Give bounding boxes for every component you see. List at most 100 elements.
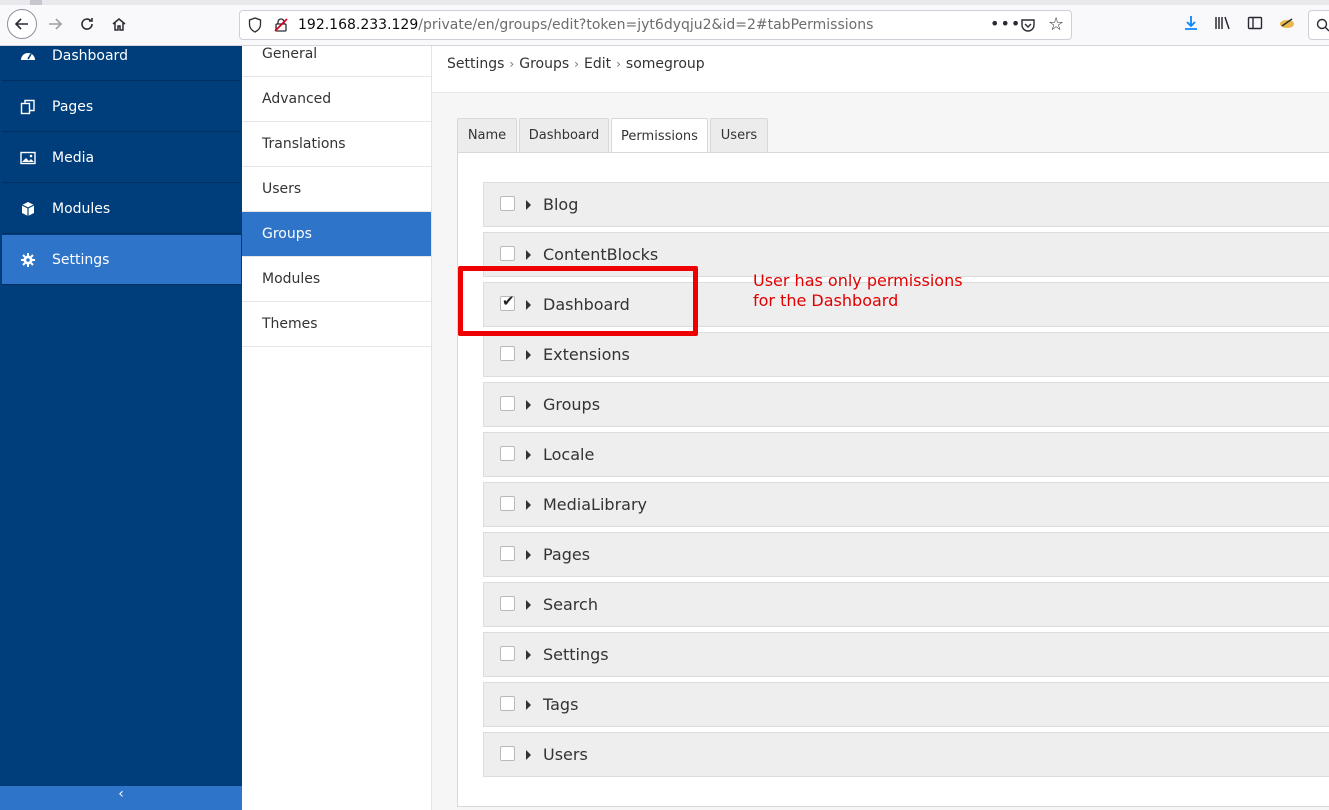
tab-permissions[interactable]: Permissions (611, 118, 708, 153)
sidebar-item-media[interactable]: Media (2, 133, 241, 183)
permission-module-name[interactable]: Users (543, 745, 588, 764)
breadcrumb: Settings › Groups › Edit › somegroup (432, 46, 1329, 93)
permission-checkbox[interactable] (500, 746, 515, 761)
url-text[interactable]: 192.168.233.129/private/en/groups/edit?t… (298, 17, 873, 33)
permission-checkbox[interactable] (500, 496, 515, 511)
subnav-item-advanced[interactable]: Advanced (242, 77, 431, 122)
search-icon (1316, 18, 1329, 32)
shield-icon[interactable] (248, 17, 262, 33)
expand-caret-icon[interactable] (526, 400, 531, 410)
permission-row[interactable]: Blog (483, 182, 1329, 227)
permission-checkbox[interactable] (500, 696, 515, 711)
sidebar-item-label: Modules (52, 200, 111, 217)
tab-indicator (30, 0, 42, 5)
permission-checkbox[interactable] (500, 646, 515, 661)
tab-users[interactable]: Users (710, 118, 768, 152)
home-icon (112, 18, 126, 31)
sidebar-item-settings[interactable]: Settings (2, 235, 241, 285)
expand-caret-icon[interactable] (526, 750, 531, 760)
permission-checkbox[interactable] (500, 396, 515, 411)
sidebar-item-modules[interactable]: Modules (2, 184, 241, 234)
sidebar-item-dashboard[interactable]: Dashboard (2, 31, 241, 81)
permission-module-name[interactable]: Pages (543, 545, 590, 564)
dashboard-icon (21, 52, 35, 60)
breadcrumb-separator: › (574, 57, 579, 71)
url-host: 192.168.233.129 (298, 17, 419, 33)
expand-caret-icon[interactable] (526, 200, 531, 210)
annotation-line-1: User has only permissions (753, 271, 963, 290)
permission-row[interactable]: Pages (483, 532, 1329, 577)
expand-caret-icon[interactable] (526, 250, 531, 260)
subnav-item-general[interactable]: General (242, 32, 431, 77)
sidebar-item-label: Dashboard (52, 47, 128, 64)
page-actions-menu[interactable]: ••• (990, 14, 1021, 33)
permission-row[interactable]: Search (483, 582, 1329, 627)
expand-caret-icon[interactable] (526, 700, 531, 710)
expand-caret-icon[interactable] (526, 450, 531, 460)
expand-caret-icon[interactable] (526, 350, 531, 360)
breadcrumb-item-settings[interactable]: Settings (447, 56, 504, 72)
subnav-item-groups[interactable]: Groups (242, 212, 431, 257)
sidebar-collapse-button[interactable]: ‹ (0, 786, 242, 810)
search-box[interactable] (1308, 10, 1329, 40)
extension-badge-icon (1280, 18, 1294, 28)
downloads-icon[interactable] (1181, 13, 1201, 33)
permission-module-name[interactable]: Settings (543, 645, 609, 664)
permission-checkbox[interactable] (500, 346, 515, 361)
sidebar-item-label: Settings (52, 251, 110, 268)
sidebar-item-label: Media (52, 149, 95, 166)
breadcrumb-item-edit[interactable]: Edit (584, 56, 611, 72)
permission-checkbox[interactable] (500, 246, 515, 261)
expand-caret-icon[interactable] (526, 600, 531, 610)
expand-caret-icon[interactable] (526, 500, 531, 510)
insecure-lock-icon[interactable] (273, 17, 289, 33)
permission-row[interactable]: Settings (483, 632, 1329, 677)
extension-icon[interactable] (1277, 13, 1297, 33)
permission-module-name[interactable]: Tags (543, 695, 578, 714)
permission-checkbox[interactable] (500, 596, 515, 611)
sidebar-toggle-icon[interactable] (1245, 13, 1265, 33)
subnav-item-translations[interactable]: Translations (242, 122, 431, 167)
permission-module-name[interactable]: Locale (543, 445, 594, 464)
sidebar-item-label: Pages (52, 98, 94, 115)
collapse-chevron-icon: ‹ (118, 786, 124, 802)
sidebar-item-pages[interactable]: Pages (2, 82, 241, 132)
permission-module-name[interactable]: Blog (543, 195, 578, 214)
pocket-icon[interactable] (1020, 17, 1036, 33)
permission-row[interactable]: Extensions (483, 332, 1329, 377)
permission-module-name[interactable]: ContentBlocks (543, 245, 658, 264)
permission-row[interactable]: Locale (483, 432, 1329, 477)
permission-row[interactable]: Tags (483, 682, 1329, 727)
annotation-text: User has only permissions for the Dashbo… (753, 271, 963, 311)
subnav-item-users[interactable]: Users (242, 167, 431, 212)
library-icon[interactable] (1213, 13, 1233, 33)
reload-icon (81, 18, 93, 30)
permission-module-name[interactable]: MediaLibrary (543, 495, 647, 514)
tab-dashboard[interactable]: Dashboard (519, 118, 609, 152)
bookmark-star-icon[interactable]: ☆ (1048, 14, 1064, 35)
subnav-item-themes[interactable]: Themes (242, 302, 431, 347)
breadcrumb-item-current: somegroup (625, 56, 705, 72)
sidebar-panel-icon (1247, 16, 1263, 30)
permission-module-name[interactable]: Search (543, 595, 598, 614)
permission-row[interactable]: MediaLibrary (483, 482, 1329, 527)
back-arrow-icon (14, 18, 28, 30)
permission-row[interactable]: Users (483, 732, 1329, 777)
expand-caret-icon[interactable] (526, 650, 531, 660)
cube-icon (21, 201, 35, 216)
permission-checkbox[interactable] (500, 546, 515, 561)
expand-caret-icon[interactable] (526, 550, 531, 560)
permission-checkbox[interactable] (500, 196, 515, 211)
annotation-highlight-box (458, 266, 698, 336)
permission-module-name[interactable]: Extensions (543, 345, 630, 364)
url-path: /private/en/groups/edit?token=jyt6dyqju2… (418, 17, 874, 33)
tab-strip (0, 0, 1329, 5)
permission-module-name[interactable]: Groups (543, 395, 600, 414)
permission-checkbox[interactable] (500, 446, 515, 461)
subnav-item-modules[interactable]: Modules (242, 257, 431, 302)
image-icon (20, 151, 36, 164)
tab-name[interactable]: Name (457, 118, 517, 152)
breadcrumb-item-groups[interactable]: Groups (519, 56, 569, 72)
permission-row[interactable]: Groups (483, 382, 1329, 427)
breadcrumb-separator: › (616, 57, 621, 71)
